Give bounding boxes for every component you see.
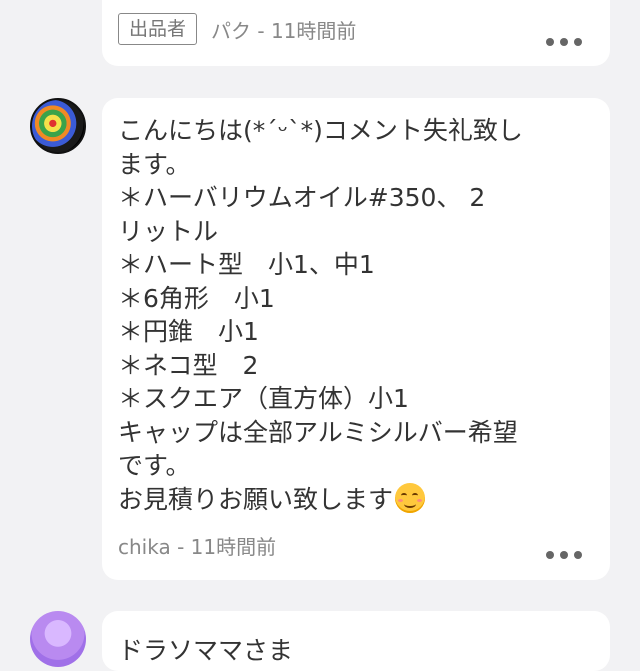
comment-line: ＊スクエア（直方体）小1 <box>118 384 409 413</box>
comment-card: こんにちは(*´ᵕ`*)コメント失礼致し ます。 ＊ハーバリウムオイル#350、… <box>102 98 610 580</box>
comment-line: ＊ネコ型 2 <box>118 350 259 380</box>
comment-author-time: chika - 11時間前 <box>118 535 277 559</box>
comment-line: です。 <box>118 451 191 480</box>
avatar[interactable] <box>30 611 86 667</box>
comment-meta: chika - 11時間前 <box>118 531 276 560</box>
comment-card-seller: 出品者 パク - 11時間前 <box>102 0 610 66</box>
comment-card: ドラソママさま <box>102 611 610 671</box>
relieved-smiley-icon <box>395 482 426 513</box>
comment-text: こんにちは(*´ᵕ`*)コメント失礼致し ます。 ＊ハーバリウムオイル#350、… <box>118 114 598 516</box>
more-options-button[interactable] <box>546 550 582 560</box>
dot-icon <box>560 38 568 46</box>
dot-icon <box>574 38 582 46</box>
comment-line: ます。 <box>118 149 191 179</box>
dot-icon <box>560 551 568 559</box>
comment-line-last: お見積りお願い致します <box>118 482 598 517</box>
comment-line: キャップは全部アルミシルバー希望 <box>118 417 518 447</box>
comment-line: ＊円錐 小1 <box>118 317 259 346</box>
comment-line: ＊6角形 小1 <box>118 283 275 313</box>
comment-line: ＊ハーバリウムオイル#350、 2 <box>118 183 486 212</box>
avatar[interactable] <box>30 98 86 154</box>
seller-badge: 出品者 <box>118 13 198 45</box>
more-options-button[interactable] <box>546 37 582 47</box>
dot-icon <box>546 38 554 46</box>
comment-line: お見積りお願い致します <box>118 484 394 514</box>
dot-icon <box>546 551 554 559</box>
comment-meta: 出品者 パク - 11時間前 <box>118 13 356 45</box>
comment-line: リットル <box>118 216 219 246</box>
comment-text: ドラソママさま <box>118 636 294 665</box>
comment-line: こんにちは(*´ᵕ`*)コメント失礼致し <box>118 116 523 145</box>
comment-author-time: パク - 11時間前 <box>211 18 357 43</box>
comment-line: ＊ハート型 小1、中1 <box>118 250 375 279</box>
dot-icon <box>574 551 582 559</box>
